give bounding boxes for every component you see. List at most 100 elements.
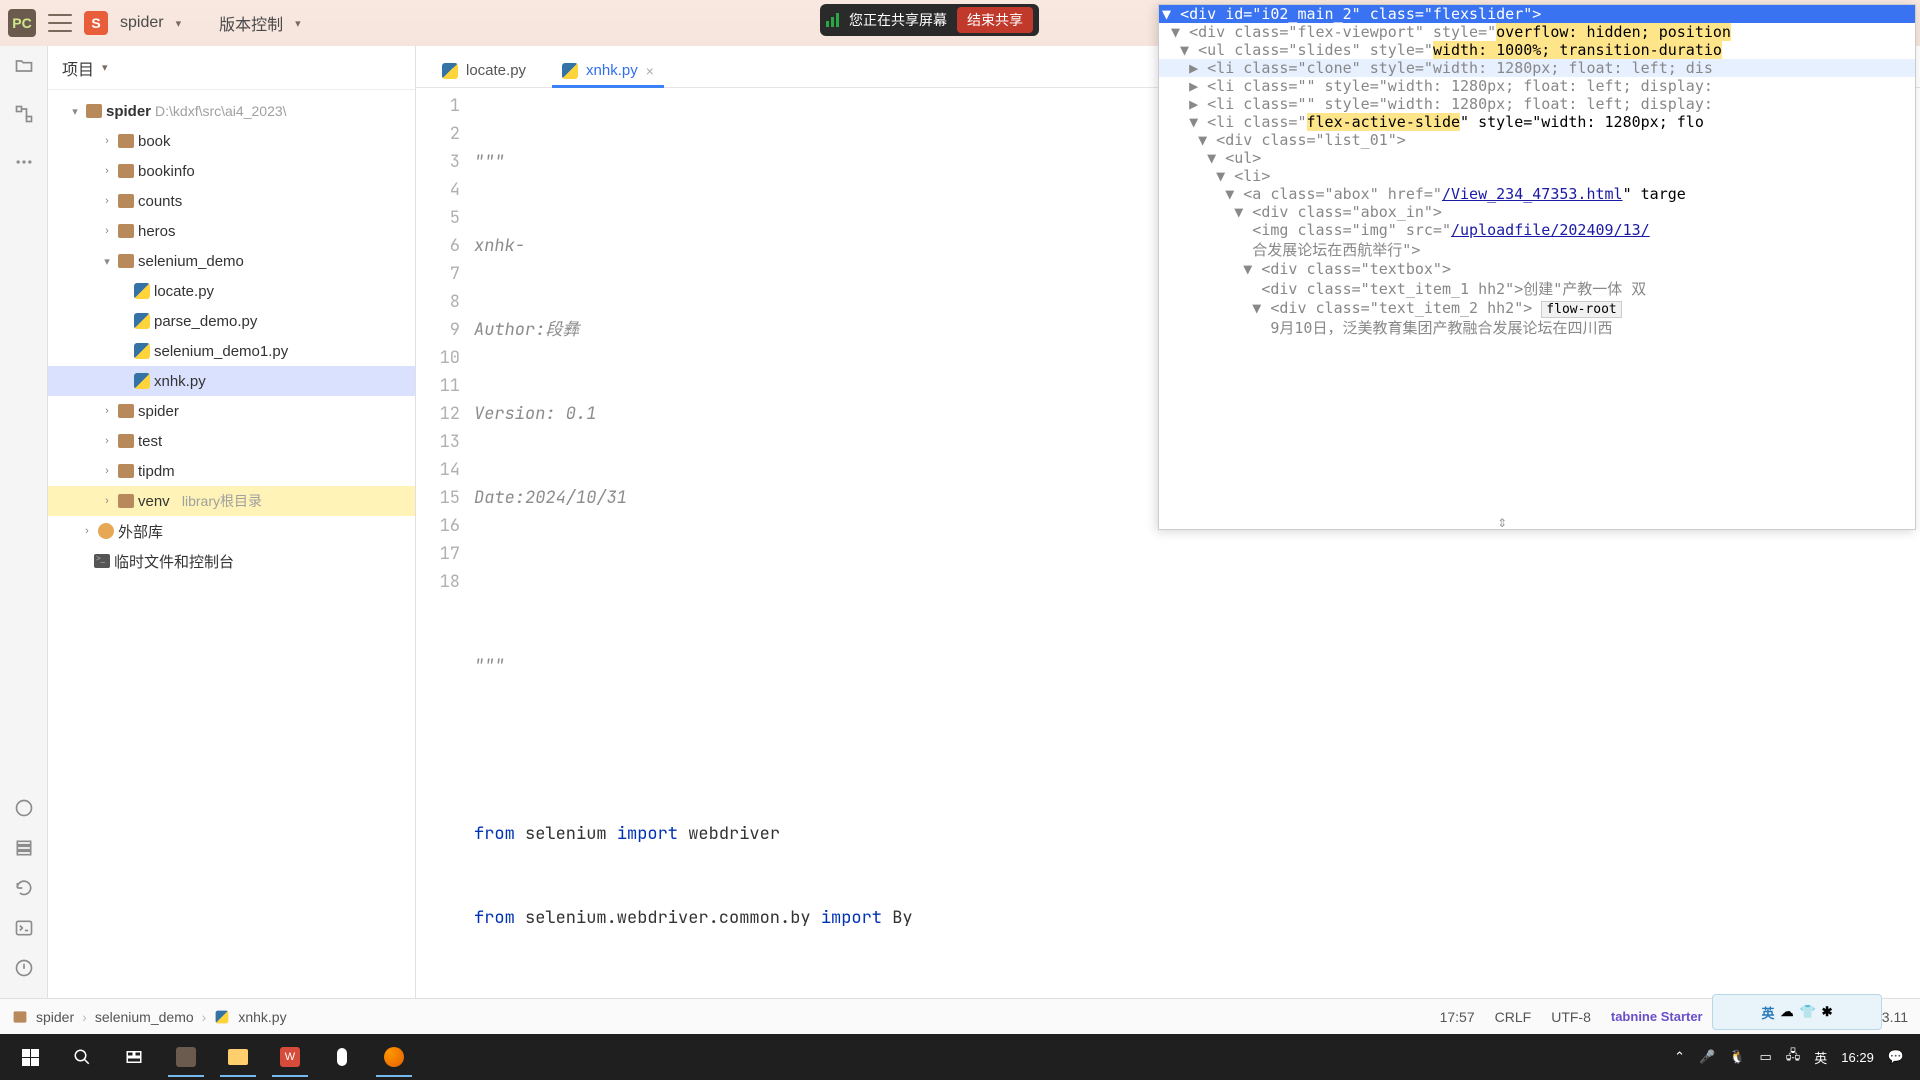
- vcs-menu[interactable]: 版本控制: [219, 11, 283, 35]
- tree-item[interactable]: parse_demo.py: [48, 306, 415, 336]
- ime-indicator[interactable]: 英: [1814, 1048, 1827, 1067]
- action-center-icon[interactable]: 💬: [1888, 1049, 1904, 1065]
- tree-item-selected[interactable]: xnhk.py: [48, 366, 415, 396]
- devtools-elements-panel[interactable]: ▼ <div id="i02_main_2" class="flexslider…: [1158, 4, 1916, 530]
- taskbar-app-firefox[interactable]: [370, 1037, 418, 1077]
- folder-icon: [14, 1011, 27, 1022]
- tree-item[interactable]: ›test: [48, 426, 415, 456]
- folder-icon: [118, 434, 134, 448]
- tray-mic-icon[interactable]: 🎤: [1699, 1049, 1715, 1065]
- tab-xnhk[interactable]: xnhk.py ×: [556, 54, 660, 87]
- python-file-icon: [134, 343, 150, 359]
- python-file-icon: [442, 63, 458, 79]
- status-bar: spider › selenium_demo › xnhk.py 17:57 C…: [0, 998, 1920, 1034]
- services-icon[interactable]: [14, 838, 34, 858]
- tray-network-icon[interactable]: 🖧: [1786, 1046, 1801, 1068]
- taskbar-app-voice[interactable]: [318, 1037, 366, 1077]
- project-badge: S: [84, 11, 108, 35]
- screen-share-bar: 您正在共享屏幕 结束共享: [820, 4, 1039, 36]
- chevron-down-icon[interactable]: ▾: [102, 61, 108, 74]
- python-packages-icon[interactable]: [14, 798, 34, 818]
- python-file-icon: [134, 313, 150, 329]
- chevron-down-icon[interactable]: ▾: [176, 17, 182, 30]
- chevron-down-icon[interactable]: ▾: [295, 17, 301, 30]
- breadcrumb[interactable]: spider › selenium_demo › xnhk.py: [12, 1009, 287, 1025]
- scratch-icon: [94, 554, 110, 568]
- python-file-icon: [134, 373, 150, 389]
- project-tree-header[interactable]: 项目 ▾: [48, 46, 415, 90]
- project-tree-pane: 项目 ▾ ▾ spider D:\kdxf\src\ai4_2023\ ›boo…: [48, 46, 416, 1034]
- problems-icon[interactable]: [14, 958, 34, 978]
- tree-root[interactable]: ▾ spider D:\kdxf\src\ai4_2023\: [48, 96, 415, 126]
- structure-icon[interactable]: [14, 104, 34, 124]
- tree-item[interactable]: ▾selenium_demo: [48, 246, 415, 276]
- python-file-icon: [216, 1010, 229, 1023]
- taskbar-app-explorer[interactable]: [214, 1037, 262, 1077]
- tree-title: 项目: [62, 56, 94, 80]
- project-name[interactable]: spider: [120, 14, 164, 32]
- close-icon[interactable]: ×: [646, 63, 654, 79]
- tray-qq-icon[interactable]: 🐧: [1729, 1049, 1745, 1065]
- share-status-text: 您正在共享屏幕: [849, 10, 947, 30]
- ime-icon[interactable]: ✱: [1822, 1004, 1833, 1020]
- selected-dom-node[interactable]: ▼ <div id="i02_main_2" class="flexslider…: [1159, 5, 1915, 23]
- python-file-icon: [134, 283, 150, 299]
- tree-item[interactable]: ›heros: [48, 216, 415, 246]
- tree-item-scratches[interactable]: 临时文件和控制台: [48, 546, 415, 576]
- end-share-button[interactable]: 结束共享: [957, 7, 1033, 33]
- folder-icon: [118, 164, 134, 178]
- caret-position[interactable]: 17:57: [1440, 1009, 1475, 1025]
- root-path: D:\kdxf\src\ai4_2023\: [155, 103, 287, 119]
- folder-icon[interactable]: [14, 56, 34, 76]
- tree-item-external[interactable]: ›外部库: [48, 516, 415, 546]
- tree-item-venv[interactable]: ›venv library根目录: [48, 486, 415, 516]
- folder-icon: [118, 464, 134, 478]
- tool-rail: [0, 46, 48, 1034]
- project-tree[interactable]: ▾ spider D:\kdxf\src\ai4_2023\ ›book ›bo…: [48, 90, 415, 1016]
- file-encoding[interactable]: UTF-8: [1551, 1009, 1591, 1025]
- ime-toolbar[interactable]: 英 ☁ 👕 ✱: [1712, 994, 1882, 1030]
- tab-locate[interactable]: locate.py: [436, 54, 532, 87]
- tree-item[interactable]: locate.py: [48, 276, 415, 306]
- system-tray[interactable]: ⌃ 🎤 🐧 ▭ 🖧 英 16:29 💬: [1674, 1046, 1914, 1068]
- clock[interactable]: 16:29: [1841, 1050, 1874, 1065]
- line-separator[interactable]: CRLF: [1495, 1009, 1532, 1025]
- more-icon[interactable]: [14, 152, 34, 172]
- line-gutter: 123456789101112131415161718: [416, 92, 474, 1034]
- tree-item[interactable]: ›bookinfo: [48, 156, 415, 186]
- layout-badge: flow-root: [1541, 301, 1621, 318]
- folder-icon: [118, 494, 134, 508]
- main-menu-icon[interactable]: [48, 14, 72, 32]
- tree-item[interactable]: ›counts: [48, 186, 415, 216]
- task-view-button[interactable]: [110, 1037, 158, 1077]
- refresh-icon[interactable]: [14, 878, 34, 898]
- folder-icon: [118, 224, 134, 238]
- folder-icon: [118, 404, 134, 418]
- folder-icon: [118, 194, 134, 208]
- windows-taskbar: W ⌃ 🎤 🐧 ▭ 🖧 英 16:29 💬: [0, 1034, 1920, 1080]
- tree-item[interactable]: ›spider: [48, 396, 415, 426]
- ime-icon[interactable]: ☁: [1780, 1004, 1793, 1020]
- library-icon: [98, 523, 114, 539]
- root-name: spider: [106, 103, 151, 120]
- tabnine-widget[interactable]: tabnine Starter: [1611, 1009, 1703, 1024]
- signal-icon: [826, 13, 839, 27]
- tree-item[interactable]: selenium_demo1.py: [48, 336, 415, 366]
- start-button[interactable]: [6, 1037, 54, 1077]
- expand-icon[interactable]: ▾: [68, 105, 82, 118]
- python-file-icon: [562, 63, 578, 79]
- taskbar-app-wps[interactable]: W: [266, 1037, 314, 1077]
- tree-item[interactable]: ›book: [48, 126, 415, 156]
- tree-item[interactable]: ›tipdm: [48, 456, 415, 486]
- tray-chevron-icon[interactable]: ⌃: [1674, 1049, 1685, 1065]
- ime-icon[interactable]: 👕: [1799, 1004, 1815, 1020]
- app-logo: PC: [8, 9, 36, 37]
- resize-handle-icon[interactable]: ⇕: [1497, 512, 1507, 530]
- folder-icon: [118, 254, 134, 268]
- terminal-icon[interactable]: [14, 918, 34, 938]
- tray-battery-icon[interactable]: ▭: [1759, 1049, 1771, 1065]
- folder-icon: [118, 134, 134, 148]
- search-button[interactable]: [58, 1037, 106, 1077]
- taskbar-app-pycharm[interactable]: [162, 1037, 210, 1077]
- folder-icon: [86, 104, 102, 118]
